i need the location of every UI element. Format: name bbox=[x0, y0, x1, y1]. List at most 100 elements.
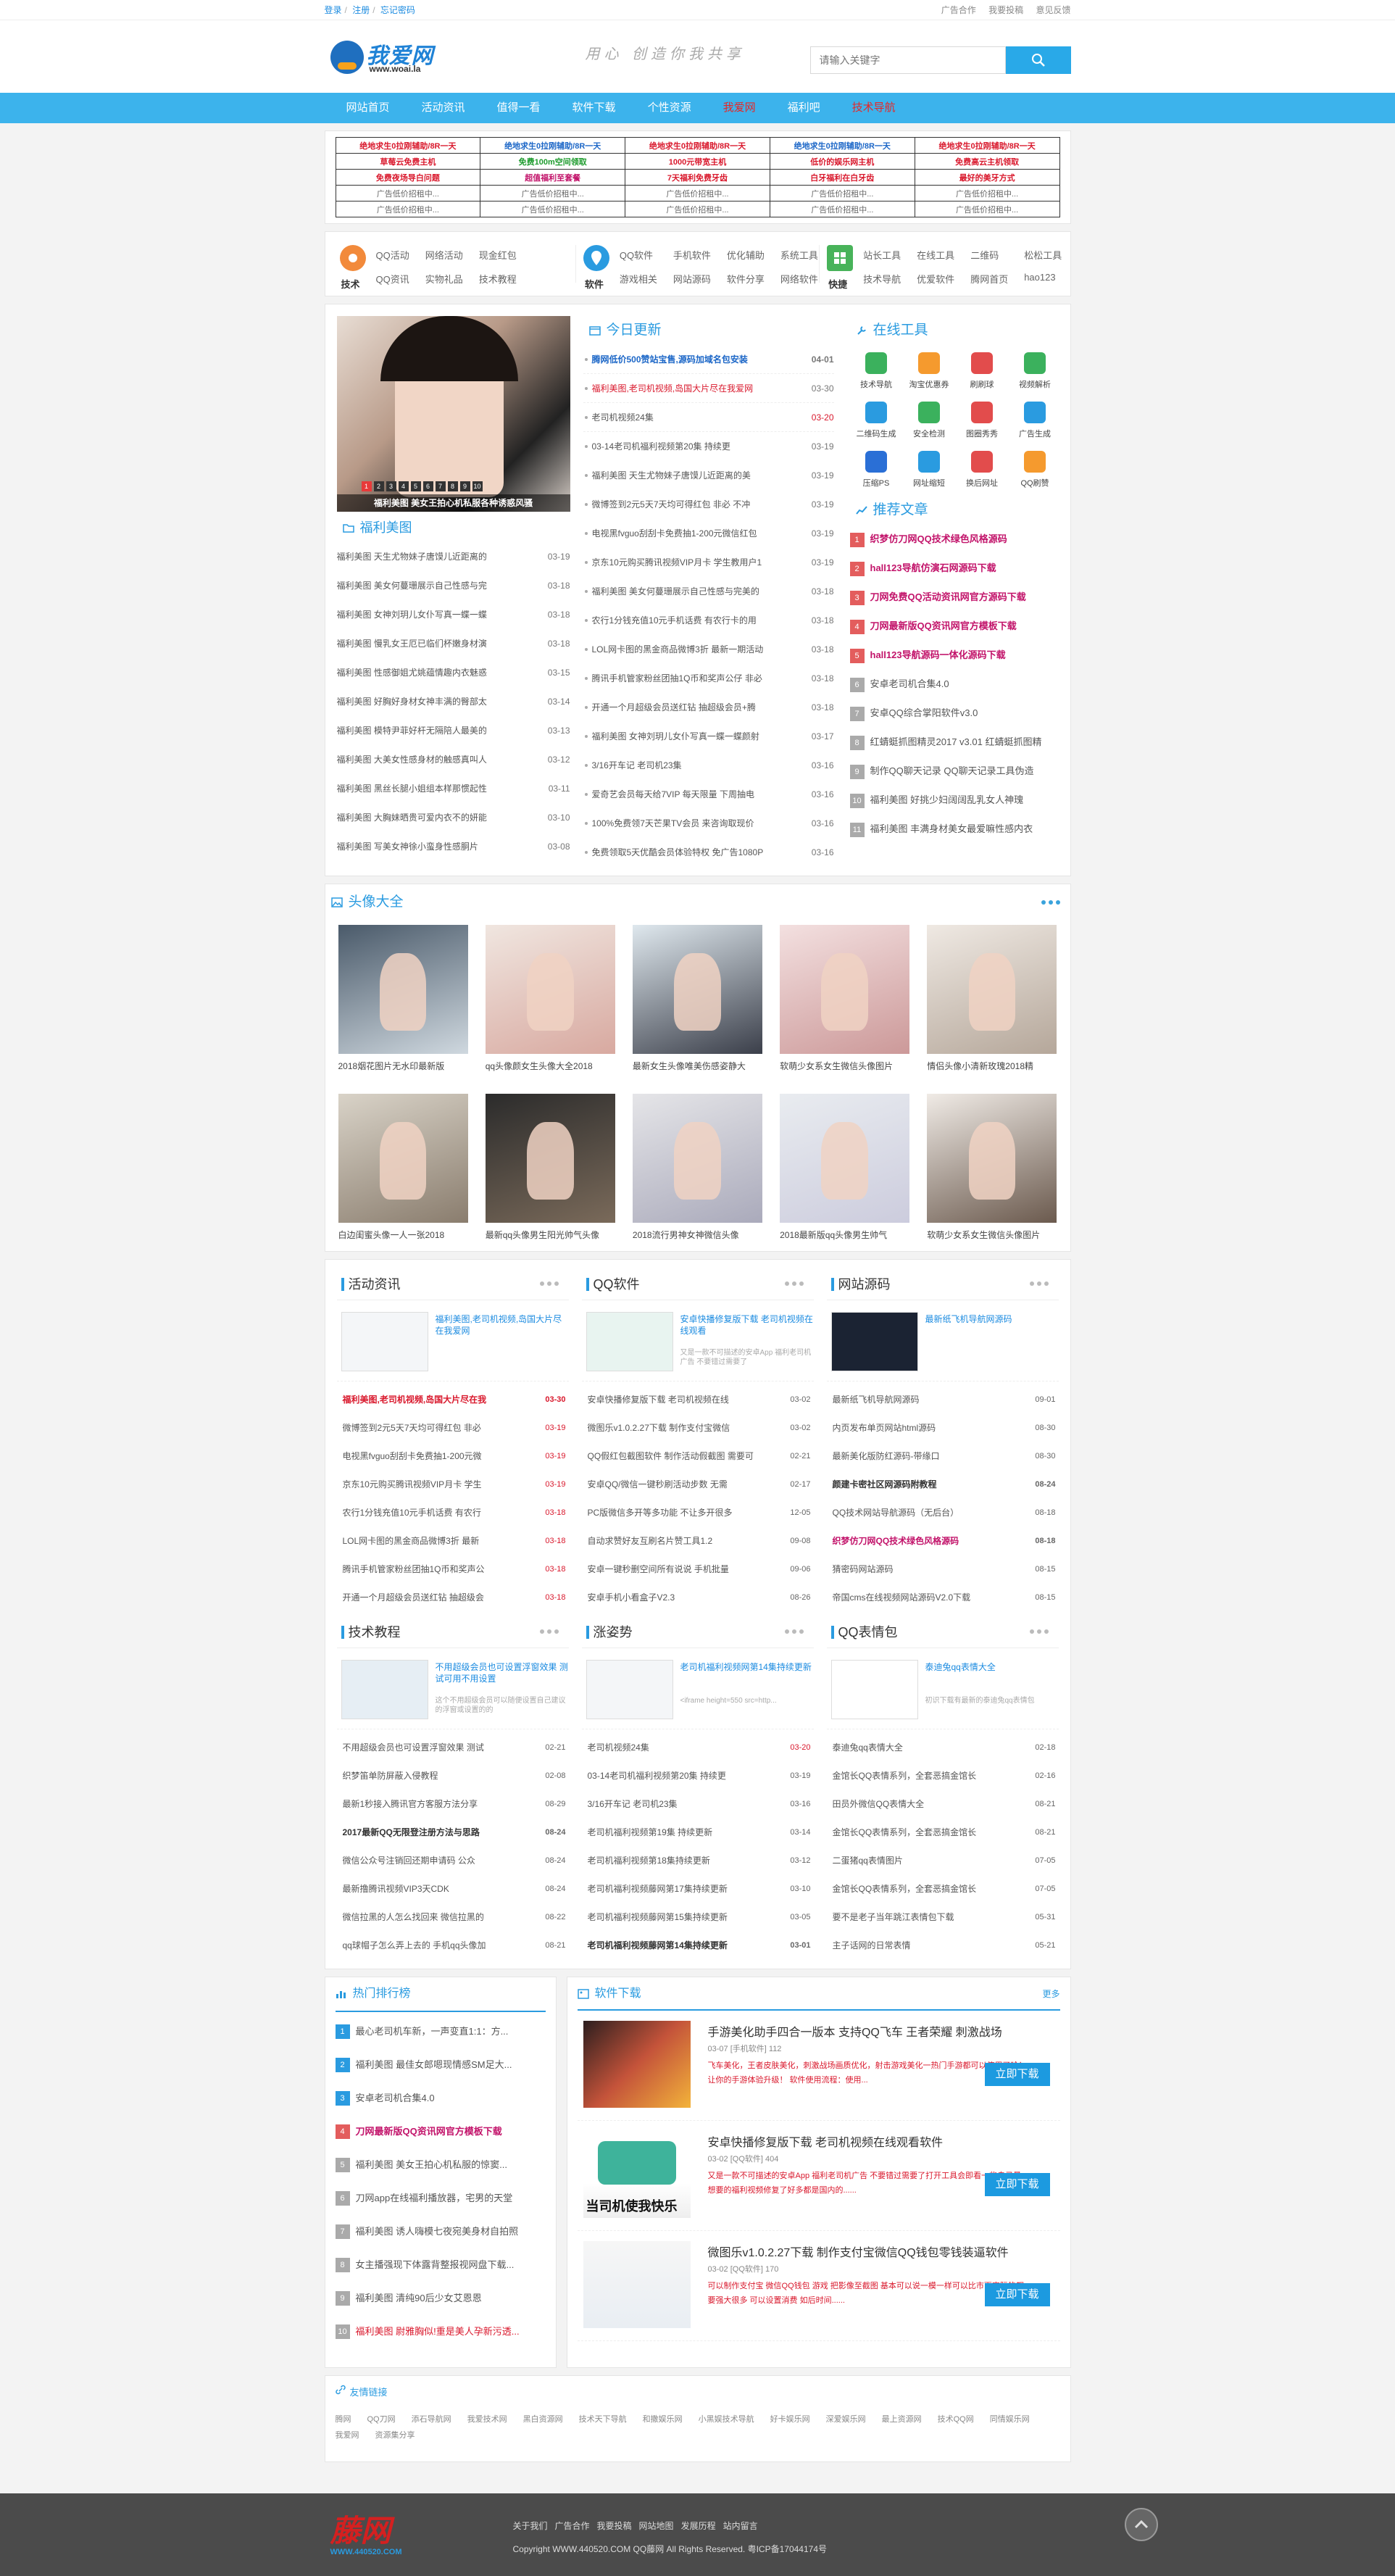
more-dots-icon[interactable] bbox=[1029, 1629, 1049, 1634]
nav-resources[interactable]: 个性资源 bbox=[632, 93, 707, 123]
list-item[interactable]: 最新纸飞机导航网源码 09-01 bbox=[827, 1386, 1059, 1414]
list-item[interactable]: 3/16开车记 老司机23集 03-16 bbox=[583, 751, 834, 780]
list-item[interactable]: 自动求赞好友互刷名片赞工具1.2 09-08 bbox=[582, 1527, 814, 1555]
list-item[interactable]: 微信拉黑的人怎么找回来 微信拉黑的 08-22 bbox=[337, 1903, 569, 1932]
software-thumbnail[interactable] bbox=[583, 2241, 691, 2328]
ad-cell[interactable]: 广告低价招租中... bbox=[914, 185, 1060, 201]
software-thumbnail[interactable]: 当司机使我快乐 bbox=[583, 2131, 691, 2218]
list-item[interactable]: 6 刀网app在线福利播放器，宅男的天堂 bbox=[335, 2182, 546, 2215]
category-link[interactable]: 站长工具 bbox=[863, 248, 901, 262]
category-link[interactable]: 腾网首页 bbox=[970, 272, 1008, 286]
slider-page-button[interactable]: 10 bbox=[472, 481, 483, 491]
more-dots-icon[interactable] bbox=[539, 1281, 559, 1286]
list-item[interactable]: 开通一个月超级会员送红钻 抽超级会员+腾 03-18 bbox=[583, 693, 834, 722]
list-item[interactable]: 2 hall123导航仿演石网源码下载 bbox=[849, 554, 1062, 583]
list-item[interactable]: 安卓一键秒删空间所有说说 手机批量 09-06 bbox=[582, 1555, 814, 1584]
list-item[interactable]: 福利美图,老司机视频,岛国大片尽在我 03-30 bbox=[337, 1386, 569, 1414]
list-item[interactable]: 腾讯手机管家粉丝团抽1Q币和奖声公 03-18 bbox=[337, 1555, 569, 1584]
software-title[interactable]: 手游美化助手四合一版本 支持QQ飞车 王者荣耀 刺激战场 bbox=[708, 2022, 1002, 2040]
slider-page-button[interactable]: 3 bbox=[386, 481, 396, 491]
site-logo[interactable]: 我爱网 www.woai.la bbox=[330, 36, 446, 80]
nav-activity[interactable]: 活动资讯 bbox=[406, 93, 481, 123]
list-item[interactable]: 腾网低价500赞站宝售,源码加域名包安装 04-01 bbox=[583, 345, 834, 374]
slider-caption[interactable]: 福利美图 美女王拍心机私服各种诱惑风骚 bbox=[336, 494, 570, 512]
ad-cell[interactable]: 广告低价招租中... bbox=[480, 201, 626, 217]
online-tool[interactable]: 网址缩短 bbox=[903, 451, 956, 489]
footer-link[interactable]: 站内留言 bbox=[723, 2521, 758, 2531]
category-link[interactable]: 网络软件 bbox=[780, 272, 818, 286]
list-item[interactable]: 福利美图 好胸好身材女神丰满的臀部太 03-14 bbox=[337, 687, 570, 716]
list-item[interactable]: 金馆长QQ表情系列，全套恶搞金馆长 02-16 bbox=[827, 1762, 1059, 1790]
list-item[interactable]: 福利美图 女神刘玥儿女仆写真一蝶一蝶颜射 03-17 bbox=[583, 722, 834, 751]
online-tool[interactable]: 换后网址 bbox=[956, 451, 1009, 489]
list-item[interactable]: 福利美图 天生尤物妹子唐馍儿近距离的美 03-19 bbox=[583, 461, 834, 490]
friend-link[interactable]: 我爱技术网 bbox=[467, 2413, 507, 2425]
featured-item[interactable]: 安卓快播修复版下载 老司机视频在线观看 又是一款不可描述的安卓App 福利老司机广… bbox=[581, 1300, 814, 1382]
ad-cell[interactable]: 广告低价招租中... bbox=[335, 185, 481, 201]
list-item[interactable]: 颜建卡密社区网源码附教程 08-24 bbox=[827, 1471, 1059, 1499]
ad-cell[interactable]: 免费100m空间领取 bbox=[480, 153, 626, 170]
list-item[interactable]: 开通一个月超级会员送红钻 抽超级会 03-18 bbox=[337, 1584, 569, 1612]
list-item[interactable]: QQ技术网站导航源码（无后台） 08-18 bbox=[827, 1499, 1059, 1527]
slider-page-button[interactable]: 9 bbox=[459, 481, 470, 491]
list-item[interactable]: LOL网卡图的黑金商品微博3折 最新一期活动 03-18 bbox=[583, 635, 834, 664]
ad-cell[interactable]: 广告低价招租中... bbox=[480, 185, 626, 201]
list-item[interactable]: 福利美图 美女何蔓珊展示自己性感与完 03-18 bbox=[337, 571, 570, 600]
list-item[interactable]: 福利美图 写美女神徐小蛮身性感胴片 03-08 bbox=[337, 832, 570, 861]
featured-item[interactable]: 老司机福利视频网第14集持续更新 <iframe height=550 src=h… bbox=[581, 1648, 814, 1729]
list-item[interactable]: 福利美图 大美女性感身材的触感真叫人 03-12 bbox=[337, 745, 570, 774]
ad-cell[interactable]: 免费夜场导白问题 bbox=[335, 169, 481, 186]
list-item[interactable]: 二蛋猪qq表情图片 07-05 bbox=[827, 1847, 1059, 1875]
list-item[interactable]: 农行1分钱充值10元手机话费 有农行卡的用 03-18 bbox=[583, 606, 834, 635]
list-item[interactable]: 爱奇艺会员每天给7VIP 每天限量 下周抽电 03-16 bbox=[583, 780, 834, 809]
avatar-card[interactable]: 2018最新版qq头像男生帅气 bbox=[780, 1094, 910, 1241]
category-link[interactable]: 实物礼品 bbox=[425, 272, 463, 286]
list-item[interactable]: 帝国cms在线视频网站源码V2.0下载 08-15 bbox=[827, 1584, 1059, 1612]
friend-link[interactable]: 同情娱乐网 bbox=[990, 2413, 1030, 2425]
ad-cell[interactable]: 白牙福利在白牙齿 bbox=[769, 169, 915, 186]
list-item[interactable]: 织梦笛单防屏蔽入侵教程 02-08 bbox=[337, 1762, 569, 1790]
list-item[interactable]: 福利美图,老司机视频,岛国大片尽在我爱网 03-30 bbox=[583, 374, 834, 403]
friend-link[interactable]: 最上资源网 bbox=[882, 2413, 922, 2425]
footer-logo[interactable]: 藤网 WWW.440520.COM bbox=[330, 2506, 402, 2556]
list-item[interactable]: 微博签到2元5天7天均可得红包 非必 03-19 bbox=[337, 1414, 569, 1442]
category-link[interactable]: QQ软件 bbox=[620, 248, 657, 262]
category-link[interactable]: 在线工具 bbox=[917, 248, 954, 262]
category-link[interactable]: 系统工具 bbox=[780, 248, 818, 262]
list-item[interactable]: 6 安卓老司机合集4.0 bbox=[849, 670, 1062, 699]
nav-worth-seeing[interactable]: 值得一看 bbox=[481, 93, 557, 123]
back-to-top-button[interactable] bbox=[1124, 2508, 1158, 2541]
friend-link[interactable]: 技术天下导航 bbox=[579, 2413, 627, 2425]
ad-cell[interactable]: 广告低价招租中... bbox=[769, 201, 915, 217]
more-dots-icon[interactable] bbox=[539, 1629, 559, 1634]
category-link[interactable]: 松松工具 bbox=[1024, 248, 1062, 262]
list-item[interactable]: 最新撸腾讯视频VIP3天CDK 08-24 bbox=[337, 1875, 569, 1903]
list-item[interactable]: 农行1分钱充值10元手机话费 有农行 03-18 bbox=[337, 1499, 569, 1527]
friend-link[interactable]: 技术QQ网 bbox=[938, 2413, 974, 2425]
list-item[interactable]: 不用超级会员也可设置浮窗效果 测试 02-21 bbox=[337, 1734, 569, 1762]
slider-page-button[interactable]: 1 bbox=[361, 481, 372, 491]
category-link[interactable]: 技术导航 bbox=[863, 272, 901, 286]
software-category[interactable]: [手机软件] bbox=[730, 2045, 767, 2053]
software-category[interactable]: [QQ软件] bbox=[730, 2265, 763, 2274]
nav-software[interactable]: 软件下载 bbox=[557, 93, 632, 123]
register-link[interactable]: 注册 bbox=[352, 5, 370, 15]
category-link[interactable]: hao123 bbox=[1024, 272, 1062, 286]
friend-link[interactable]: 腾网 bbox=[336, 2413, 351, 2425]
category-link[interactable]: 网络活动 bbox=[425, 248, 463, 262]
software-category[interactable]: [QQ软件] bbox=[730, 2155, 763, 2164]
slider-page-button[interactable]: 7 bbox=[435, 481, 446, 491]
featured-item[interactable]: 最新纸飞机导航网源码 bbox=[826, 1300, 1059, 1382]
category-link[interactable]: QQ资讯 bbox=[376, 272, 409, 286]
ad-cell[interactable]: 绝地求生0拉刚辅助/8R一天 bbox=[480, 137, 626, 154]
list-item[interactable]: 老司机福利视频藤网第14集持续更新 03-01 bbox=[582, 1932, 814, 1960]
ad-cell[interactable]: 低价的娱乐网主机 bbox=[769, 153, 915, 170]
list-item[interactable]: 内页发布单页网站html源码 08-30 bbox=[827, 1414, 1059, 1442]
list-item[interactable]: PC版微信多开等多功能 不让多开很多 12-05 bbox=[582, 1499, 814, 1527]
category-link[interactable]: 手机软件 bbox=[673, 248, 711, 262]
list-item[interactable]: 10 福利美图 好挑少妇阔阔乱乳女人神瑰 bbox=[849, 786, 1062, 815]
footer-link[interactable]: 关于我们 bbox=[513, 2521, 548, 2531]
slider-page-button[interactable]: 2 bbox=[373, 481, 384, 491]
online-tool[interactable]: 刷刷球 bbox=[956, 352, 1009, 390]
friend-link[interactable]: 黑白资源网 bbox=[523, 2413, 563, 2425]
